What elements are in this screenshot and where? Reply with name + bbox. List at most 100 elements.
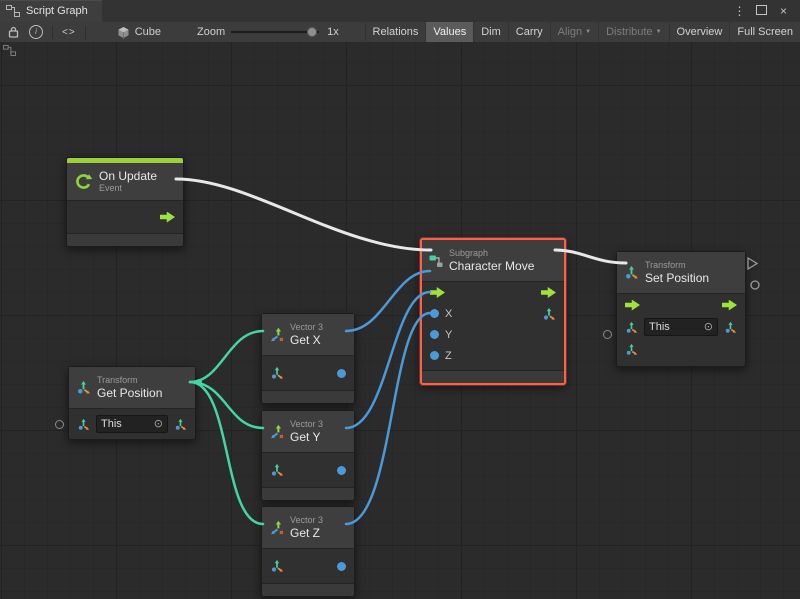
value-input-port-y[interactable] xyxy=(430,330,439,339)
zoom-label: Zoom xyxy=(197,26,225,38)
node-category: Transform xyxy=(97,375,162,386)
zoom-value: 1x xyxy=(327,26,339,38)
vector-output-port-icon[interactable] xyxy=(724,321,737,334)
inspect-button[interactable]: i xyxy=(24,22,48,42)
node-header: Vector 3 Get Y xyxy=(262,411,354,453)
value-output-port[interactable] xyxy=(337,369,346,378)
node-header: On Update Event xyxy=(67,163,183,201)
value-port-indicator[interactable] xyxy=(751,281,759,289)
vector-input-port-icon[interactable] xyxy=(625,343,638,356)
vector-input-port-icon[interactable] xyxy=(270,366,284,380)
wire-junction-dot xyxy=(196,379,202,385)
node-title: Get Y xyxy=(290,430,323,444)
lock-button[interactable] xyxy=(0,22,24,42)
target-input-port[interactable] xyxy=(603,330,612,339)
toolbar-buttons: Relations Values Dim Carry Align▼ Distri… xyxy=(365,22,800,42)
transform-port-icon[interactable] xyxy=(625,321,638,334)
target-object-field[interactable]: This ⊙ xyxy=(96,415,168,433)
maximize-icon[interactable] xyxy=(754,0,769,22)
target-object-label: Cube xyxy=(135,26,161,38)
vector3-icon xyxy=(269,424,284,439)
vector3-icon xyxy=(269,327,284,342)
target-object[interactable]: Cube xyxy=(112,22,166,42)
node-get-x[interactable]: Vector 3 Get X xyxy=(261,313,355,404)
target-input-port[interactable] xyxy=(55,420,64,429)
chevron-down-icon: ▼ xyxy=(585,29,591,35)
node-header: Subgraph Character Move xyxy=(422,240,564,282)
target-value: This xyxy=(101,418,122,430)
menu-icon[interactable]: ⋮ xyxy=(732,0,747,22)
node-set-position[interactable]: Transform Set Position This ⊙ xyxy=(616,251,746,367)
node-on-update[interactable]: On Update Event xyxy=(66,157,184,247)
wire-value-getposition-to-getx[interactable] xyxy=(190,331,263,382)
value-input-port-z[interactable] xyxy=(430,351,439,360)
window-controls: ⋮ × xyxy=(732,0,800,22)
node-character-move[interactable]: Subgraph Character Move X xyxy=(420,238,566,385)
wire-flow-onupdate-to-charactermove[interactable] xyxy=(176,179,431,250)
object-picker-icon[interactable]: ⊙ xyxy=(154,419,163,430)
wire-value-getposition-to-getz[interactable] xyxy=(190,382,263,524)
flow-input-port[interactable] xyxy=(625,300,640,311)
vector-input-port-icon[interactable] xyxy=(270,463,284,477)
transform-port-icon[interactable] xyxy=(77,418,90,431)
target-value: This xyxy=(649,321,670,333)
target-object-field[interactable]: This ⊙ xyxy=(644,318,718,336)
node-category: Vector 3 xyxy=(290,419,323,430)
flow-port-indicator[interactable] xyxy=(748,258,757,269)
toolbar-separator xyxy=(85,26,86,39)
lock-icon xyxy=(8,26,19,38)
node-category: Event xyxy=(99,183,157,194)
node-footer xyxy=(262,583,354,596)
node-title: Get X xyxy=(290,333,323,347)
vector-output-port-icon[interactable] xyxy=(542,307,556,321)
breadcrumb-graph-icon xyxy=(3,45,16,56)
object-picker-icon[interactable]: ⊙ xyxy=(704,322,713,333)
vector-input-port-icon[interactable] xyxy=(270,559,284,573)
graph-icon xyxy=(6,5,20,17)
flow-output-port[interactable] xyxy=(541,287,556,298)
wire-value-getposition-to-gety[interactable] xyxy=(190,382,263,428)
node-footer xyxy=(262,390,354,403)
node-title: Get Z xyxy=(290,526,323,540)
overview-button[interactable]: Overview xyxy=(669,22,730,42)
align-button[interactable]: Align▼ xyxy=(550,22,598,42)
node-category: Transform xyxy=(645,260,709,271)
dim-button[interactable]: Dim xyxy=(473,22,508,42)
relations-button[interactable]: Relations xyxy=(365,22,426,42)
tab-title: Script Graph xyxy=(26,5,88,17)
flow-output-port[interactable] xyxy=(160,212,175,223)
node-header: Transform Get Position xyxy=(69,367,195,409)
value-output-port[interactable] xyxy=(337,562,346,571)
wire-value-getx-to-x[interactable] xyxy=(346,271,430,331)
titlebar: Script Graph ⋮ × xyxy=(0,0,800,22)
value-output-port[interactable] xyxy=(337,466,346,475)
zoom-slider-handle[interactable] xyxy=(307,27,317,37)
edit-source-button[interactable]: <> xyxy=(57,22,81,42)
flow-input-port[interactable] xyxy=(430,287,445,298)
code-icon: <> xyxy=(62,27,76,38)
node-footer xyxy=(262,487,354,500)
vector-output-port-icon[interactable] xyxy=(174,418,187,431)
script-graph-window: Script Graph ⋮ × i <> Cube Zoom 1x xyxy=(0,0,800,599)
node-title: Get Position xyxy=(97,386,162,400)
wire-value-getz-to-z[interactable] xyxy=(346,313,430,524)
node-footer xyxy=(67,233,183,246)
fullscreen-button[interactable]: Full Screen xyxy=(729,22,800,42)
tab-script-graph[interactable]: Script Graph xyxy=(0,0,102,22)
zoom-slider[interactable] xyxy=(231,31,319,33)
flow-output-port[interactable] xyxy=(722,300,737,311)
carry-button[interactable]: Carry xyxy=(508,22,550,42)
chevron-down-icon: ▼ xyxy=(656,29,662,35)
wire-value-gety-to-y[interactable] xyxy=(346,292,430,428)
port-label: X xyxy=(445,308,452,320)
graph-canvas[interactable]: On Update Event Subgraph Character Move xyxy=(0,42,800,599)
transform-icon xyxy=(76,380,91,395)
values-button[interactable]: Values xyxy=(425,22,473,42)
node-title: Character Move xyxy=(449,259,534,273)
node-get-z[interactable]: Vector 3 Get Z xyxy=(261,506,355,597)
node-get-position[interactable]: Transform Get Position This ⊙ xyxy=(68,366,196,440)
node-get-y[interactable]: Vector 3 Get Y xyxy=(261,410,355,501)
close-icon[interactable]: × xyxy=(776,0,791,22)
distribute-button[interactable]: Distribute▼ xyxy=(598,22,668,42)
value-input-port-x[interactable] xyxy=(430,309,439,318)
